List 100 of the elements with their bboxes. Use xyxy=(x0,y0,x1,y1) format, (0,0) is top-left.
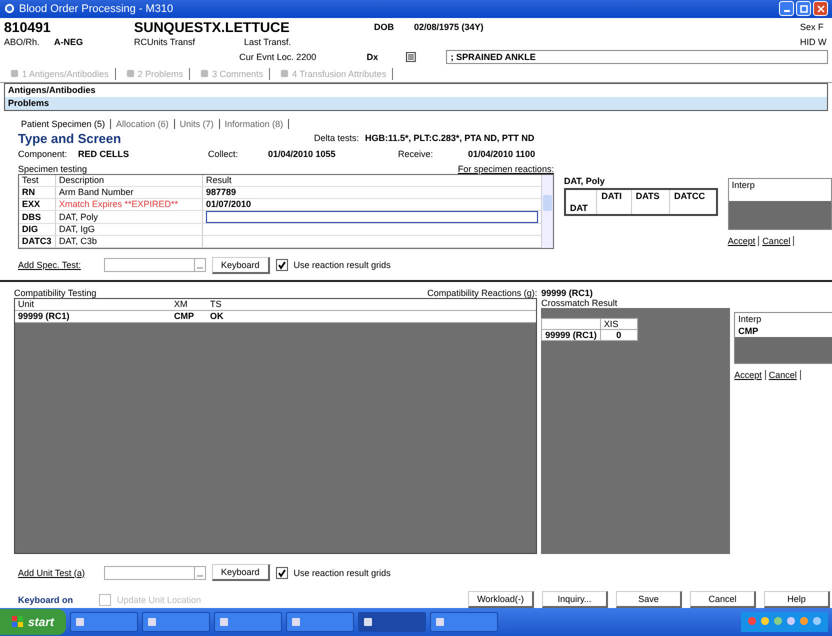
column-header: Unit xyxy=(17,298,36,310)
action-button[interactable]: Workload(-) xyxy=(468,591,534,608)
location-label: Cur Evnt Loc. 2200 xyxy=(239,52,318,62)
accept-link[interactable]: Accept xyxy=(734,370,766,380)
interp-label: Interp xyxy=(730,178,756,191)
table-cell: EXX xyxy=(19,198,56,210)
column-header: DATCC xyxy=(670,188,717,202)
maximize-icon xyxy=(800,4,808,13)
action-button[interactable]: Inquiry... xyxy=(542,591,608,608)
tab-icon xyxy=(10,69,19,78)
table-cell: DAT, C3b xyxy=(56,235,202,248)
window-icon xyxy=(147,617,158,627)
column-header: DATI xyxy=(596,188,632,202)
reaction-grid-checkbox[interactable] xyxy=(276,566,288,578)
column-header: Description xyxy=(56,174,202,186)
table-cell: RN xyxy=(19,186,56,198)
abo-value: A-NEG xyxy=(54,36,84,47)
sex-label: Sex xyxy=(800,22,817,32)
action-button[interactable]: Save xyxy=(616,591,682,608)
table-cell-text: 99999 (RC1) xyxy=(17,310,71,322)
window-icon xyxy=(219,617,230,627)
checkbox-label: Use reaction result grids xyxy=(294,260,391,270)
abo-label: ABO/Rh. xyxy=(4,36,41,47)
status-text: Keyboard on xyxy=(18,594,74,604)
result-input-field[interactable] xyxy=(206,210,538,223)
table-cell: Xmatch Expires **EXPIRED** xyxy=(56,198,202,210)
taskbar-button[interactable] xyxy=(214,612,282,632)
section-header[interactable]: Problems xyxy=(5,96,827,110)
taskbar-button[interactable] xyxy=(286,612,354,632)
table-cell: 0 xyxy=(600,329,638,340)
compatibility-testing-label: Compatibility Testing xyxy=(14,288,96,298)
column-header: XM xyxy=(173,298,188,310)
window-icon xyxy=(435,617,446,627)
column-header: XIS xyxy=(600,318,638,330)
specimen-testing-label: Specimen testing xyxy=(18,164,88,174)
checkbox-label: Use reaction result grids xyxy=(294,568,391,578)
tab[interactable]: Information (8) xyxy=(220,118,290,129)
table-cell: 99999 (RC1) xyxy=(542,329,600,340)
cancel-link[interactable]: Cancel xyxy=(762,236,794,246)
keyboard-button[interactable]: Keyboard xyxy=(212,564,270,581)
tab[interactable]: Patient Specimen (5) xyxy=(16,118,112,129)
reaction-grid-checkbox[interactable] xyxy=(276,259,288,272)
collect-label: Collect: xyxy=(208,148,240,159)
taskbar-button[interactable] xyxy=(430,612,498,632)
start-button[interactable]: start xyxy=(0,609,66,635)
unit-test-input-field[interactable] xyxy=(104,566,206,580)
minimize-button[interactable] xyxy=(779,1,794,16)
tab-icon xyxy=(280,69,290,78)
checkbox-label: Update Unit Location xyxy=(117,594,202,604)
scroll-bar[interactable] xyxy=(540,174,553,248)
specimen-reactions-link[interactable]: For specimen reactions: xyxy=(458,164,554,174)
ellipsis-icon[interactable] xyxy=(194,259,205,272)
table-cell: DIG xyxy=(19,223,56,236)
diagnosis-field[interactable]: ; SPRAINED ANKLE xyxy=(446,50,828,64)
table-cell: Arm Band Number xyxy=(56,186,202,198)
patient-name: SUNQUESTX.LETTUCE xyxy=(134,18,291,35)
sex-value: F xyxy=(818,22,824,32)
taskbar-button[interactable] xyxy=(142,612,210,632)
dob-label: DOB xyxy=(374,22,395,32)
component-label: Component: xyxy=(18,148,68,159)
tab[interactable]: Allocation (6) xyxy=(111,118,175,129)
list-icon[interactable] xyxy=(406,52,416,62)
close-button[interactable] xyxy=(813,1,828,16)
interp-value: CMP xyxy=(737,324,760,337)
column-header: Result xyxy=(202,174,541,186)
tab-icon xyxy=(126,69,135,78)
action-button[interactable]: Help xyxy=(764,591,830,608)
crossmatch-result-label: Crossmatch Result xyxy=(541,298,618,308)
section-heading: Type and Screen xyxy=(18,130,122,146)
window-icon xyxy=(75,617,86,627)
tab[interactable]: Units (7) xyxy=(174,118,220,129)
taskbar-button[interactable] xyxy=(358,612,426,632)
window-icon xyxy=(363,617,374,627)
accept-link[interactable]: Accept xyxy=(728,236,760,246)
dx-label: Dx xyxy=(366,52,380,62)
table-cell: DAT, IgG xyxy=(56,223,202,236)
add-spec-test-label: Add Spec. Test: xyxy=(18,260,82,270)
table-cell: DAT, Poly xyxy=(56,210,202,224)
maximize-button[interactable] xyxy=(796,1,811,16)
window-title: Blood Order Processing - M310 xyxy=(19,2,174,15)
keyboard-button[interactable]: Keyboard xyxy=(212,256,270,274)
dob-value: 02/08/1975 (34Y) xyxy=(414,22,485,32)
ellipsis-icon[interactable] xyxy=(194,566,205,578)
app-icon xyxy=(4,3,15,14)
add-unit-test-label: Add Unit Test (a) xyxy=(18,568,86,578)
table-cell-text: OK xyxy=(209,310,224,322)
cancel-link[interactable]: Cancel xyxy=(768,370,801,380)
window-icon xyxy=(291,617,302,627)
taskbar-button[interactable] xyxy=(70,612,138,632)
column-header: Test xyxy=(19,174,56,186)
delta-tests-value: HGB:11.5*, PLT:C.283*, PTA ND, PTT ND xyxy=(365,133,534,144)
receive-value: 01/04/2010 1100 xyxy=(468,148,536,159)
hid-label: HID xyxy=(800,36,816,47)
column-header: TS xyxy=(209,298,223,310)
interp-label: Interp xyxy=(737,312,762,325)
table-cell-text: CMP xyxy=(173,310,195,322)
test-input-field[interactable] xyxy=(104,258,206,272)
action-button[interactable]: Cancel xyxy=(690,591,756,608)
reactions-unit: 99999 (RC1) xyxy=(541,288,594,298)
delta-tests-label: Delta tests: xyxy=(314,133,360,144)
